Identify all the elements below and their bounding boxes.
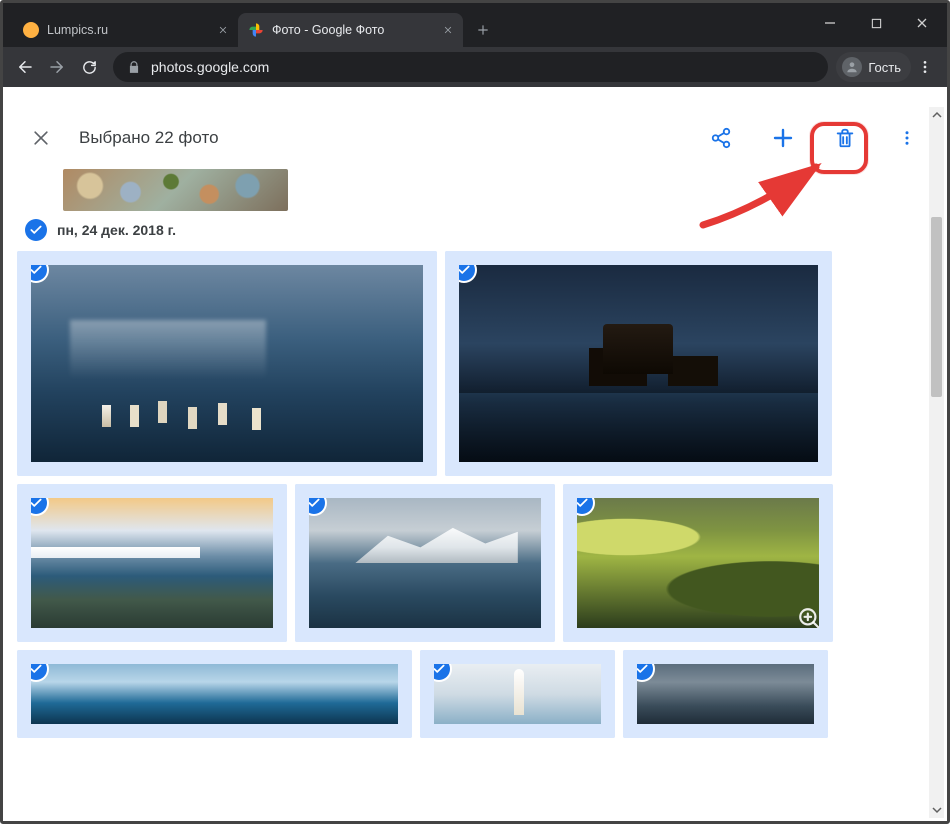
photo-select-checkbox[interactable] <box>571 492 593 514</box>
photo-image <box>637 664 814 724</box>
photo-select-checkbox[interactable] <box>631 658 653 680</box>
profile-label: Гость <box>868 60 901 75</box>
photo-thumbnail[interactable] <box>17 650 412 738</box>
photo-thumbnail-partial[interactable] <box>63 169 288 211</box>
address-bar[interactable]: photos.google.com <box>113 52 828 82</box>
photo-thumbnail[interactable] <box>17 251 437 476</box>
window-controls <box>807 3 945 43</box>
close-tab-icon[interactable] <box>218 25 228 35</box>
tab-title: Lumpics.ru <box>47 23 210 37</box>
date-group-header: пн, 24 дек. 2018 г. <box>25 219 933 241</box>
nav-forward-button[interactable] <box>41 51 73 83</box>
annotation-highlight-box <box>810 122 868 174</box>
share-button[interactable] <box>699 116 743 160</box>
date-group-checkbox[interactable] <box>25 219 47 241</box>
window-close-button[interactable] <box>899 3 945 43</box>
date-label: пн, 24 дек. 2018 г. <box>57 222 176 238</box>
photo-select-checkbox[interactable] <box>428 658 450 680</box>
photo-image <box>459 265 818 462</box>
photo-image <box>31 265 423 462</box>
add-to-button[interactable] <box>761 116 805 160</box>
scroll-down-button[interactable] <box>929 802 944 818</box>
window-maximize-button[interactable] <box>853 3 899 43</box>
photo-thumbnail[interactable] <box>295 484 555 642</box>
more-options-button[interactable] <box>885 116 929 160</box>
photo-grid <box>17 251 933 738</box>
photo-select-checkbox[interactable] <box>303 492 325 514</box>
photo-thumbnail[interactable] <box>623 650 828 738</box>
browser-window: Lumpics.ru Фото - Google Фото <box>0 0 950 824</box>
photo-stream: пн, 24 дек. 2018 г. <box>3 169 947 750</box>
url-text: photos.google.com <box>151 59 269 75</box>
photo-image <box>31 664 398 724</box>
plus-icon <box>771 126 795 150</box>
selection-count-text: Выбрано 22 фото <box>79 128 219 148</box>
browser-tab-lumpics[interactable]: Lumpics.ru <box>13 13 238 47</box>
browser-chrome: Lumpics.ru Фото - Google Фото <box>3 3 947 107</box>
favicon-google-photos-icon <box>248 22 264 38</box>
photo-thumbnail[interactable] <box>563 484 833 642</box>
photo-image <box>31 498 273 628</box>
lock-icon <box>127 60 141 74</box>
photo-image <box>434 664 601 724</box>
more-vert-icon <box>898 129 916 147</box>
photo-select-checkbox[interactable] <box>453 259 475 281</box>
close-tab-icon[interactable] <box>443 25 453 35</box>
photo-image <box>577 498 819 628</box>
photo-image <box>309 498 541 628</box>
profile-chip[interactable]: Гость <box>836 52 911 82</box>
vertical-scrollbar[interactable] <box>929 107 944 818</box>
scroll-up-button[interactable] <box>929 107 944 123</box>
photo-select-checkbox[interactable] <box>25 658 47 680</box>
scroll-thumb[interactable] <box>931 217 942 397</box>
browser-menu-button[interactable] <box>911 59 939 75</box>
favicon-orange-icon <box>23 22 39 38</box>
selection-toolbar: Выбрано 22 фото <box>3 107 947 169</box>
photo-thumbnail[interactable] <box>420 650 615 738</box>
magnify-icon <box>797 606 823 632</box>
page-content: Выбрано 22 фото пн, 24 дек. 2018 г. <box>3 107 947 821</box>
photo-select-checkbox[interactable] <box>25 259 47 281</box>
window-minimize-button[interactable] <box>807 3 853 43</box>
share-icon <box>710 127 732 149</box>
photo-select-checkbox[interactable] <box>25 492 47 514</box>
photo-thumbnail[interactable] <box>17 484 287 642</box>
browser-tab-google-photos[interactable]: Фото - Google Фото <box>238 13 463 47</box>
photo-thumbnail[interactable] <box>445 251 832 476</box>
nav-reload-button[interactable] <box>73 51 105 83</box>
selection-close-button[interactable] <box>21 118 61 158</box>
avatar-icon <box>842 57 862 77</box>
tab-title: Фото - Google Фото <box>272 23 435 37</box>
tab-strip: Lumpics.ru Фото - Google Фото <box>3 3 947 47</box>
nav-back-button[interactable] <box>9 51 41 83</box>
toolbar-row: photos.google.com Гость <box>3 47 947 87</box>
new-tab-button[interactable] <box>469 16 497 44</box>
